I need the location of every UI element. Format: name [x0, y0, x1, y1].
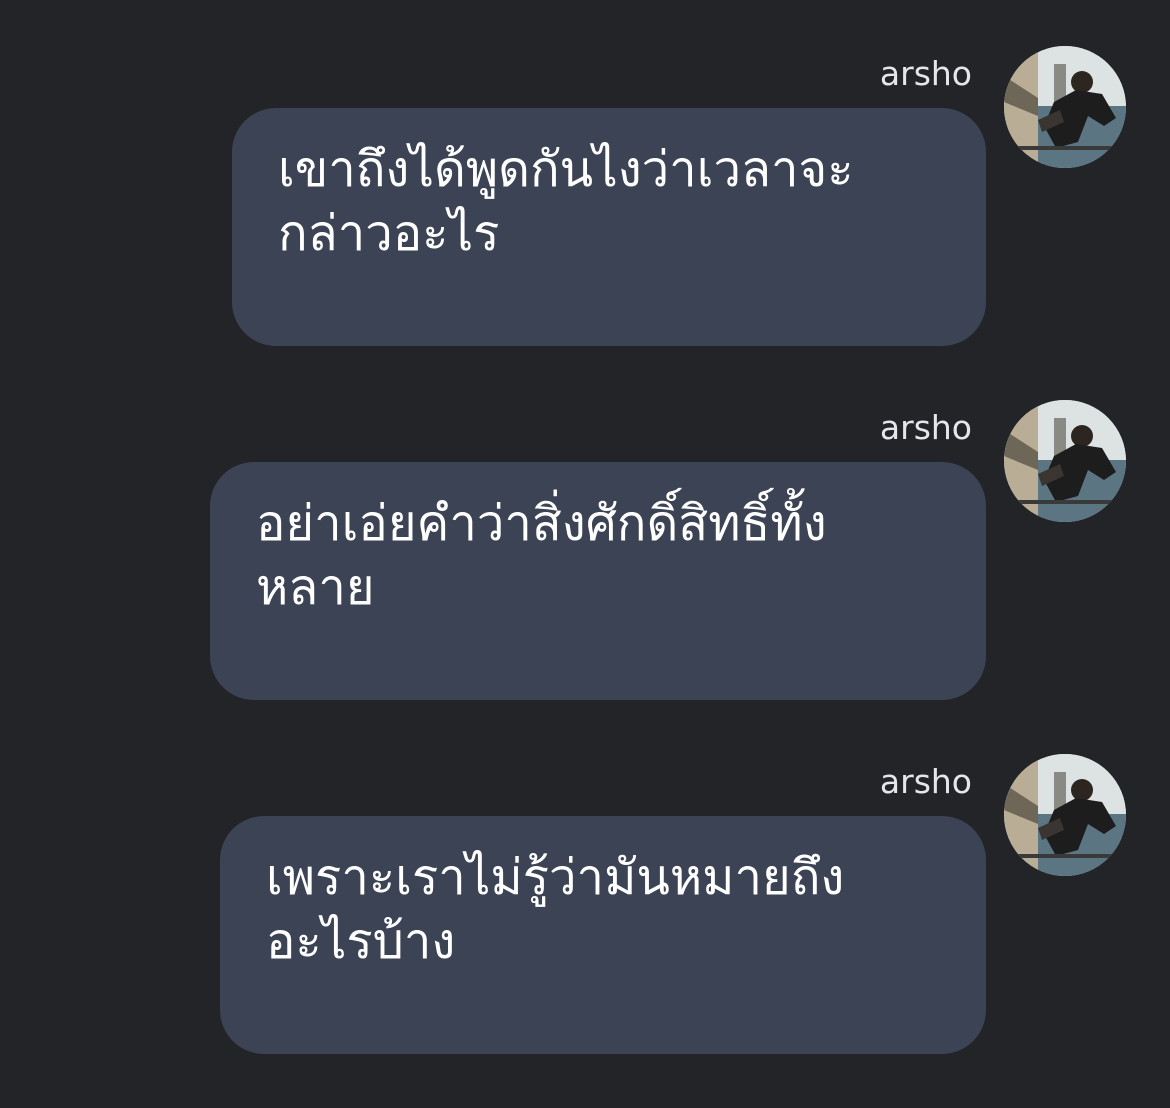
- message-bubble[interactable]: เพราะเราไม่รู้ว่ามันหมายถึง อะไรบ้าง: [220, 816, 986, 1054]
- chat-message: arsho เขาถึงได้พูดกันไงว่าเวลาจะ กล่าวอะ…: [0, 46, 1170, 400]
- sender-name: arsho: [879, 762, 972, 801]
- message-line: เขาถึงได้พูดกันไงว่าเวลาจะ: [278, 141, 854, 198]
- message-bubble[interactable]: อย่าเอ่ยคำว่าสิ่งศักดิ์สิทธิ์ทั้ง หลาย: [210, 462, 986, 700]
- user-avatar-icon[interactable]: [1004, 754, 1126, 876]
- sender-name: arsho: [879, 408, 972, 447]
- message-line: อย่าเอ่ยคำว่าสิ่งศักดิ์สิทธิ์ทั้ง: [256, 495, 827, 552]
- message-line: หลาย: [256, 559, 375, 616]
- sender-name: arsho: [879, 54, 972, 93]
- message-bubble[interactable]: เขาถึงได้พูดกันไงว่าเวลาจะ กล่าวอะไร: [232, 108, 986, 346]
- message-line: เพราะเราไม่รู้ว่ามันหมายถึง: [266, 849, 845, 906]
- chat-message: arsho เพราะเราไม่รู้ว่ามันหมายถึง อะไรบ้…: [0, 754, 1170, 1108]
- message-line: อะไรบ้าง: [266, 913, 456, 970]
- user-avatar-icon[interactable]: [1004, 46, 1126, 168]
- message-line: กล่าวอะไร: [278, 205, 500, 262]
- user-avatar-icon[interactable]: [1004, 400, 1126, 522]
- chat-message: arsho อย่าเอ่ยคำว่าสิ่งศักดิ์สิทธิ์ทั้ง …: [0, 400, 1170, 754]
